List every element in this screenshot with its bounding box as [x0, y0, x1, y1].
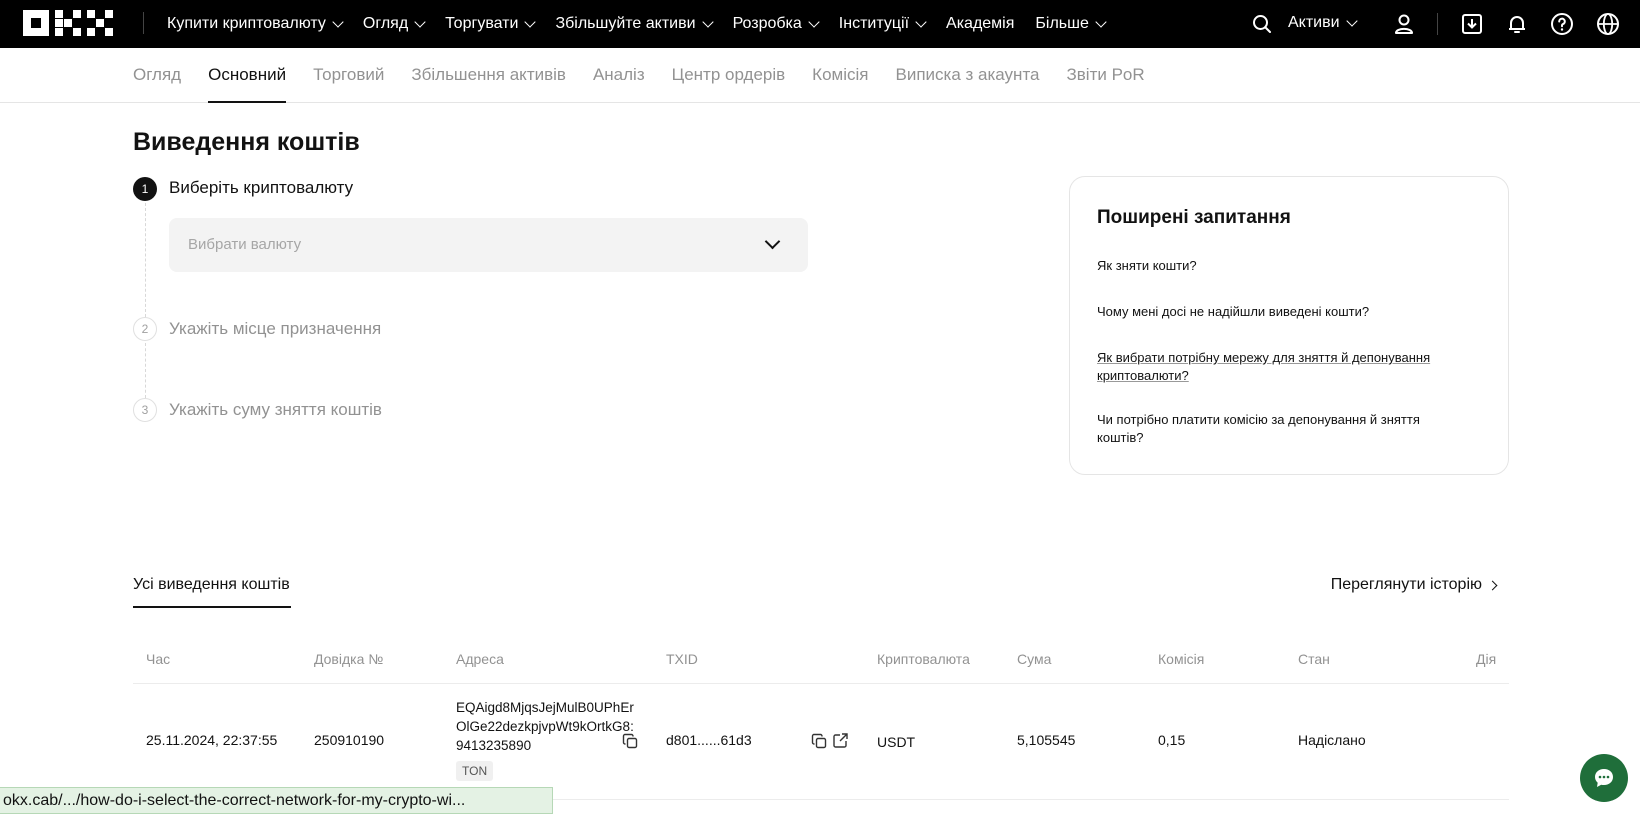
cell-time: 25.11.2024, 22:37:55	[146, 732, 278, 748]
copy-icon[interactable]	[811, 733, 828, 750]
currency-select[interactable]: Вибрати валюту	[169, 218, 808, 272]
faq-panel: Поширені запитання Як зняти кошти? Чому …	[1069, 176, 1509, 475]
nav-item-label: Інституції	[838, 15, 910, 32]
chevron-down-icon	[1095, 16, 1107, 28]
nav-item-label: Збільшуйте активи	[555, 15, 696, 32]
step-2-number: 2	[133, 317, 157, 341]
chevron-down-icon	[808, 16, 820, 28]
chevron-down-icon	[701, 16, 714, 28]
page-title: Виведення коштів	[133, 128, 360, 156]
faq-title: Поширені запитання	[1097, 207, 1291, 228]
sub-nav-tab[interactable]: Аналіз	[593, 48, 645, 103]
nav-item[interactable]: Купити криптовалюту	[167, 15, 344, 33]
nav-item-label: Розробка	[732, 15, 802, 32]
user-icon[interactable]	[1392, 12, 1416, 36]
nav-divider	[1437, 13, 1438, 35]
column-header-reference: Довідка №	[314, 651, 384, 667]
nav-item[interactable]: Інституції	[838, 15, 927, 33]
globe-icon[interactable]	[1596, 12, 1620, 36]
okx-logo[interactable]	[23, 10, 113, 36]
column-header-action: Дія	[1476, 651, 1497, 667]
cell-reference: 250910190	[314, 732, 385, 748]
faq-link[interactable]: Як зняти кошти?	[1097, 257, 1467, 275]
cell-fee: 0,15	[1158, 732, 1186, 748]
chevron-down-icon	[524, 16, 537, 28]
sub-nav-tab[interactable]: Комісія	[812, 48, 868, 103]
view-history-label: Переглянути історію	[1330, 576, 1482, 593]
sub-nav-tab[interactable]: Центр ордерів	[672, 48, 786, 103]
nav-item[interactable]: Торгувати	[445, 15, 537, 33]
link-status-bar: okx.cab/.../how-do-i-select-the-correct-…	[0, 787, 553, 814]
nav-item[interactable]: Більше	[1035, 15, 1107, 33]
step-connector	[145, 203, 146, 317]
nav-item[interactable]: Огляд	[362, 15, 426, 33]
network-tag: TON	[456, 761, 494, 781]
chat-support-button[interactable]	[1580, 754, 1628, 802]
cell-amount: 5,105545	[1017, 732, 1076, 748]
cell-currency: USDT	[877, 734, 916, 750]
faq-link[interactable]: Чому мені досі не надійшли виведені кошт…	[1097, 303, 1467, 321]
chat-icon	[1595, 769, 1613, 787]
step-2-label: Укажіть місце призначення	[169, 319, 382, 338]
chevron-down-icon	[332, 16, 344, 28]
nav-item-label: Торгувати	[445, 15, 519, 32]
assets-menu-label: Активи	[1288, 14, 1340, 31]
chevron-down-icon	[1345, 15, 1358, 27]
column-header-fee: Комісія	[1158, 651, 1205, 667]
nav-item-label: Купити криптовалюту	[167, 15, 326, 32]
nav-item[interactable]: Розробка	[732, 15, 820, 33]
chevron-right-icon	[1487, 580, 1498, 590]
column-header-address: Адреса	[456, 651, 504, 667]
column-header-status: Стан	[1298, 651, 1330, 667]
faq-link[interactable]: Чи потрібно платити комісію за депонуван…	[1097, 411, 1467, 447]
step-1-label: Виберіть криптовалюту	[169, 178, 354, 197]
help-icon[interactable]	[1550, 12, 1574, 36]
step-3-number: 3	[133, 398, 157, 422]
sub-nav-tab[interactable]: Огляд	[133, 48, 181, 103]
step-3-label: Укажіть суму зняття коштів	[169, 400, 382, 419]
sub-nav-tab[interactable]: Торговий	[313, 48, 384, 103]
external-link-icon[interactable]	[832, 732, 849, 749]
nav-item[interactable]: Академія	[946, 15, 1014, 33]
assets-menu[interactable]: Активи	[1288, 14, 1358, 32]
sub-nav-tabs: Огляд Основний Торговий Збільшення активів А…	[133, 48, 1172, 103]
sub-nav-tab[interactable]: Основний	[208, 48, 286, 103]
nav-divider	[143, 12, 144, 34]
search-icon[interactable]	[1250, 12, 1274, 36]
download-icon[interactable]	[1460, 12, 1484, 36]
sub-nav-tab[interactable]: Звіти PoR	[1067, 48, 1145, 103]
view-history-link[interactable]: Переглянути історію	[1330, 576, 1498, 594]
nav-item-label: Більше	[1035, 15, 1089, 32]
table-divider	[133, 683, 1509, 684]
cell-status: Надіслано	[1298, 732, 1366, 748]
top-nav: Купити криптовалюту Огляд Торгувати Збільшу…	[0, 0, 1640, 48]
active-tab-indicator	[133, 606, 291, 608]
step-1-number: 1	[133, 177, 157, 201]
faq-link[interactable]: Як вибрати потрібну мережу для зняття й …	[1097, 349, 1467, 385]
column-header-amount: Сума	[1017, 651, 1052, 667]
column-header-txid: TXID	[666, 651, 698, 667]
all-withdrawals-tab[interactable]: Усі виведення коштів	[133, 576, 290, 594]
nav-item[interactable]: Збільшуйте активи	[555, 15, 714, 33]
main-menu: Купити криптовалюту Огляд Торгувати Збільшу…	[167, 0, 1126, 48]
cell-address: EQAigd8MjqsJejMulB0UPhErOlGe22dezkpjvpWt…	[456, 700, 634, 753]
nav-item-label: Академія	[946, 15, 1015, 32]
chevron-down-icon	[915, 16, 927, 28]
chevron-down-icon	[764, 233, 781, 250]
copy-icon[interactable]	[622, 733, 639, 750]
step-connector	[145, 343, 146, 398]
sub-nav: Огляд Основний Торговий Збільшення активів А…	[0, 48, 1640, 103]
bell-icon[interactable]	[1505, 12, 1529, 36]
sub-nav-tab[interactable]: Збільшення активів	[411, 48, 566, 103]
column-header-time: Час	[146, 651, 171, 667]
column-header-currency: Криптовалюта	[877, 651, 970, 667]
cell-txid: d801......61d3	[666, 732, 752, 748]
sub-nav-tab[interactable]: Виписка з акаунта	[895, 48, 1039, 103]
nav-item-label: Огляд	[362, 15, 409, 32]
currency-select-placeholder: Вибрати валюту	[188, 236, 302, 253]
chevron-down-icon	[414, 16, 426, 28]
